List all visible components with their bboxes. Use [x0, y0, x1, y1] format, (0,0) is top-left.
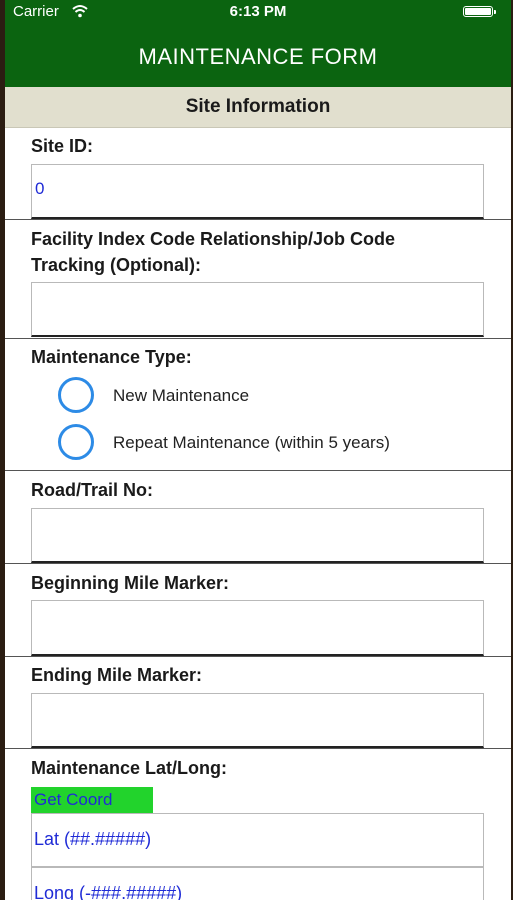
status-time: 6:13 PM: [229, 3, 287, 20]
battery-tip: [494, 10, 496, 14]
site-id-label: Site ID:: [31, 136, 94, 156]
battery-icon: [463, 6, 493, 17]
divider: [5, 563, 511, 564]
divider: [5, 470, 511, 471]
road-trail-field[interactable]: [31, 508, 484, 563]
begin-marker-label: Beginning Mile Marker:: [31, 573, 230, 593]
maintenance-form-screen: Carrier 6:13 PM MAINTENANCE FORM Site In…: [5, 0, 511, 900]
maintenance-type-label: Maintenance Type:: [31, 347, 192, 367]
divider: [5, 656, 511, 657]
latitude-field[interactable]: Lat (##.#####): [31, 813, 484, 867]
site-id-field[interactable]: 0: [31, 164, 484, 219]
repeat-maintenance-radio[interactable]: [58, 424, 94, 460]
divider: [5, 748, 511, 749]
get-coord-button[interactable]: Get Coord: [31, 787, 153, 813]
road-trail-label: Road/Trail No:: [31, 480, 154, 500]
longitude-field[interactable]: Long (-###.#####): [31, 867, 484, 900]
section-title: Site Information: [185, 96, 331, 117]
end-marker-field[interactable]: [31, 693, 484, 748]
repeat-maintenance-label[interactable]: Repeat Maintenance (within 5 years): [113, 433, 390, 453]
page-title: MAINTENANCE FORM: [138, 44, 378, 69]
section-header: Site Information: [5, 87, 511, 128]
new-maintenance-radio[interactable]: [58, 377, 94, 413]
facility-code-field[interactable]: [31, 282, 484, 337]
divider: [5, 338, 511, 339]
facility-code-label-line1: Facility Index Code Relationship/Job Cod…: [31, 229, 396, 249]
end-marker-label: Ending Mile Marker:: [31, 665, 203, 685]
status-bar: Carrier 6:13 PM: [5, 0, 511, 24]
new-maintenance-label[interactable]: New Maintenance: [113, 386, 249, 406]
divider: [5, 219, 511, 220]
latlong-label: Maintenance Lat/Long:: [31, 758, 228, 778]
begin-marker-field[interactable]: [31, 600, 484, 656]
nav-bar: MAINTENANCE FORM: [5, 24, 511, 87]
facility-code-label-line2: Tracking (Optional):: [31, 255, 202, 275]
